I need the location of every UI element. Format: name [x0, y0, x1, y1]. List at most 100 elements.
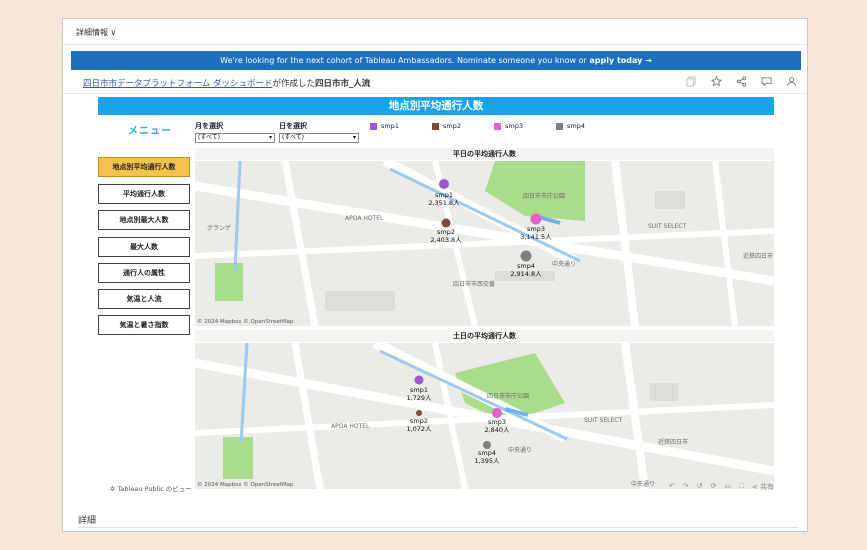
marker-smp1[interactable] [414, 375, 424, 385]
map-label-koban: 四日市市西交番 [453, 281, 496, 288]
menu-title: メニュー [128, 126, 172, 137]
marker-name: smp1 [410, 386, 428, 394]
legend-swatch [494, 122, 501, 130]
legend-swatch [370, 122, 377, 130]
marker-label-smp4: smp4 1,395人 [474, 449, 499, 465]
month-filter: 月を選択 (すべて) ▾ [195, 121, 275, 143]
map-credit: © 2024 Mapbox © OpenStreetMap [197, 319, 294, 325]
map-base [195, 161, 774, 326]
legend-item[interactable]: smp4 [556, 122, 618, 130]
menu-item-0[interactable]: 地点別平均通行人数 [98, 157, 190, 177]
month-select[interactable]: (すべて) ▾ [195, 133, 275, 143]
marker-smp3[interactable] [530, 213, 542, 225]
title-mid: が作成した [272, 79, 315, 89]
legend-item[interactable]: smp2 [432, 122, 494, 130]
share-icon[interactable] [736, 76, 747, 87]
marker-smp2[interactable] [416, 410, 422, 416]
tableau-public-link[interactable]: ✲ Tableau Public のビュー [110, 483, 192, 493]
user-icon[interactable] [786, 76, 797, 87]
marker-name: smp1 [435, 191, 453, 199]
title-actions [686, 76, 797, 87]
top-bar: 詳細情報 ∨ [63, 19, 807, 45]
legend-item[interactable]: smp1 [370, 122, 432, 130]
marker-value: 2,351.8人 [428, 199, 460, 207]
author-link[interactable]: 四日市市データプラットフォーム ダッシュボード [83, 79, 272, 89]
marker-label-smp3: smp3 2,840人 [484, 418, 509, 434]
chevron-down-icon: ▾ [352, 134, 356, 141]
footer-text: Tableau Public のビュー [117, 485, 192, 493]
marker-value: 2,403.8人 [430, 236, 462, 244]
comment-icon[interactable] [761, 76, 772, 87]
marker-value: 2,914.8人 [510, 270, 542, 278]
marker-name: smp4 [517, 262, 535, 270]
viz-name: 四日市市_人流 [314, 79, 371, 89]
day-filter: 日を選択 (すべて) ▾ [279, 121, 359, 143]
menu-item-2[interactable]: 地点別最大人数 [98, 210, 190, 230]
menu-item-1[interactable]: 平均通行人数 [98, 184, 190, 204]
marker-name: smp2 [410, 417, 428, 425]
page-frame: 詳細情報 ∨ We're looking for the next cohort… [62, 18, 808, 532]
map-label-station: 近鉄四日市 [743, 253, 774, 260]
refresh-icon[interactable]: ⟳ [711, 482, 717, 492]
dashboard-title: 地点別平均通行人数 [98, 97, 774, 115]
chevron-down-icon: ▾ [268, 134, 272, 141]
share-button[interactable]: ⋖ 共有 [752, 482, 774, 492]
weekday-map-title: 平日の平均通行人数 [195, 148, 774, 160]
comment-icon[interactable]: ▭ [724, 482, 731, 492]
redo-icon[interactable]: ↷ [683, 482, 689, 492]
footer-toolbar: ↶ ↷ ↺ ⟳ ▭ ⛶ ⋖ 共有 [669, 482, 774, 492]
revert-icon[interactable]: ↺ [697, 482, 703, 492]
menu-item-4[interactable]: 通行人の属性 [98, 263, 190, 283]
legend-swatch [556, 122, 563, 130]
day-select[interactable]: (すべて) ▾ [279, 133, 359, 143]
weekend-map-title: 土日の平均通行人数 [195, 330, 774, 342]
marker-value: 3,141.5人 [520, 233, 552, 241]
marker-smp4[interactable] [520, 250, 532, 262]
day-select-value: (すべて) [282, 134, 305, 141]
legend-item[interactable]: smp3 [494, 122, 556, 130]
map-label-chuo: 中央通り [508, 447, 533, 454]
marker-value: 1,395人 [474, 457, 500, 465]
map-label-hotel: APOA HOTEL [345, 215, 384, 222]
marker-label-smp4: smp4 2,914.8人 [510, 262, 541, 278]
month-filter-label: 月を選択 [195, 122, 223, 130]
divider [78, 527, 798, 528]
marker-smp4[interactable] [483, 441, 491, 449]
ambassador-banner: We're looking for the next cohort of Tab… [71, 51, 801, 70]
marker-label-smp3: smp3 3,141.5人 [520, 225, 551, 241]
marker-smp3[interactable] [492, 408, 502, 418]
marker-label-smp1: smp1 2,351.8人 [428, 191, 459, 207]
marker-name: smp2 [437, 228, 455, 236]
fullscreen-icon[interactable]: ⛶ [739, 482, 744, 492]
copy-icon[interactable] [686, 76, 697, 87]
marker-label-smp2: smp2 1,072人 [406, 417, 431, 433]
menu-item-5[interactable]: 気温と人流 [98, 289, 190, 309]
weekday-map[interactable]: 四日市市庁公園 APOA HOTEL SUIT SELECT 中央通り 近鉄四日… [195, 161, 774, 326]
map-label-hotel: APOA HOTEL [331, 423, 370, 430]
map-label-suit: SUIT SELECT [584, 417, 623, 424]
apply-link[interactable]: apply today → [589, 56, 652, 65]
undo-icon[interactable]: ↶ [669, 482, 675, 492]
menu-item-3[interactable]: 最大人数 [98, 237, 190, 257]
menu-item-6[interactable]: 気温と暑さ指数 [98, 315, 190, 335]
legend-swatch [432, 122, 439, 130]
marker-label-smp1: smp1 1,729人 [406, 386, 431, 402]
marker-name: smp3 [488, 418, 506, 426]
viz-title: 四日市市データプラットフォーム ダッシュボードが作成した四日市市_人流 [83, 77, 370, 89]
map-label-park: 四日市市庁公園 [523, 193, 566, 200]
map-label-grange: グランゲ [207, 225, 232, 232]
map-label-park: 四日市市庁公園 [487, 393, 530, 400]
star-icon[interactable] [711, 76, 722, 87]
marker-label-smp2: smp2 2,403.8人 [430, 228, 461, 244]
share-label: 共有 [760, 483, 774, 491]
legend-label: smp4 [567, 122, 585, 130]
weekend-map[interactable]: 四日市市庁公園 APOA HOTEL SUIT SELECT 中央通り 近鉄四日… [195, 343, 774, 489]
banner-text: We're looking for the next cohort of Tab… [220, 56, 590, 65]
marker-smp2[interactable] [441, 218, 451, 228]
map-label-suit: SUIT SELECT [648, 223, 687, 230]
tableau-logo-icon: ✲ [110, 485, 116, 493]
legend-label: smp1 [381, 122, 399, 130]
details-toggle[interactable]: 詳細情報 ∨ [76, 27, 116, 38]
marker-name: smp4 [478, 449, 496, 457]
marker-smp1[interactable] [439, 179, 449, 189]
